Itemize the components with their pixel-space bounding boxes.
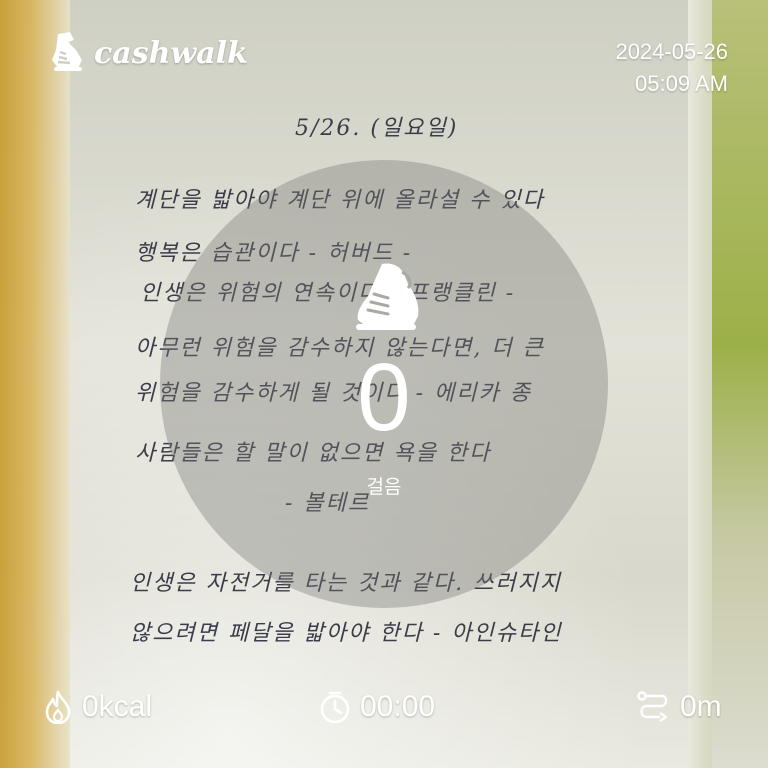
distance-value: 0m: [680, 690, 722, 723]
duration-stat: 00:00: [318, 690, 435, 724]
step-count-label: 걸음: [366, 477, 402, 498]
note-line: 5/26. (일요일): [295, 116, 459, 141]
stopwatch-icon: [318, 690, 352, 724]
distance-stat: 0m: [636, 690, 722, 724]
duration-value: 00:00: [360, 690, 436, 723]
photo-left-edge: [0, 0, 70, 768]
calories-value: 0kcal: [82, 690, 153, 723]
step-count: 0: [357, 344, 411, 451]
sneaker-icon: [344, 258, 424, 343]
calories-stat: 0kcal: [42, 690, 152, 724]
shoe-icon: [48, 30, 86, 77]
app-logo: cashwalk: [48, 30, 248, 77]
photo-right-edge: [688, 0, 768, 768]
flame-icon: [42, 690, 74, 724]
brand-name: cashwalk: [94, 36, 248, 71]
stats-bar: 0kcal 00:00 0m: [0, 690, 768, 730]
time-text: 05:09 AM: [635, 70, 728, 96]
note-line: 않으려면 페달을 밟아야 한다 - 아인슈타인: [130, 621, 563, 646]
step-counter: 0 걸음: [160, 160, 608, 608]
datetime-display: 2024-05-26 05:09 AM: [615, 36, 728, 100]
route-icon: [636, 690, 672, 724]
date-text: 2024-05-26: [615, 39, 728, 64]
